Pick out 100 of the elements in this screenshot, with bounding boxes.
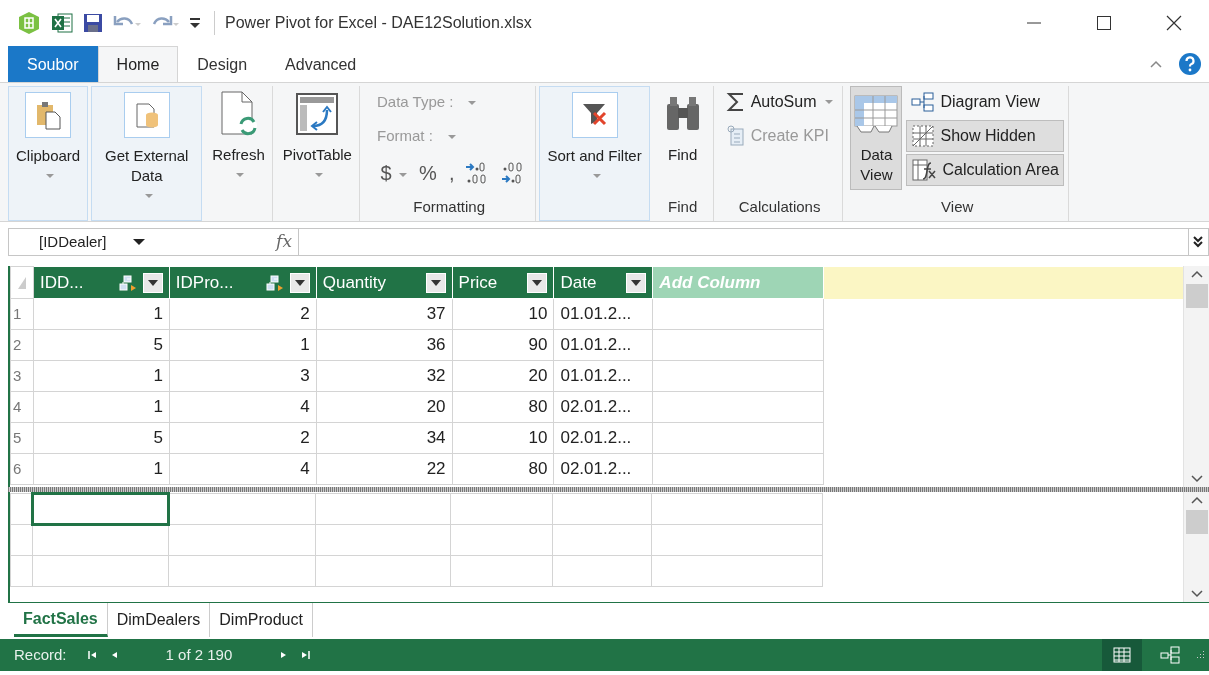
kpi-icon xyxy=(725,124,746,148)
table-icon xyxy=(853,94,900,134)
column-header[interactable]: Date xyxy=(553,266,653,299)
table-cell: 20 xyxy=(316,391,453,423)
save-icon[interactable] xyxy=(82,11,104,34)
group-label: View xyxy=(940,197,975,217)
app-logo-icon xyxy=(16,9,42,36)
calc-cell[interactable] xyxy=(32,493,169,525)
sigma-icon xyxy=(725,91,746,113)
ribbon-button[interactable]: Find xyxy=(656,86,709,170)
filter-button[interactable] xyxy=(289,272,310,293)
ribbon-button[interactable]: Diagram View xyxy=(906,86,1064,118)
table-cell: 02.01.2... xyxy=(553,422,653,454)
window-title: Power Pivot for Excel - DAE12Solution.xlsx xyxy=(214,10,532,35)
table-cell: 1 xyxy=(169,329,317,361)
ribbon-tab[interactable]: Design xyxy=(178,46,267,82)
filter-button[interactable] xyxy=(425,272,446,293)
maximize-icon[interactable] xyxy=(1096,14,1112,31)
table-cell: 3 xyxy=(169,360,317,392)
record-position: 1 of 2 190 xyxy=(165,644,233,665)
group-label: Formatting xyxy=(412,197,487,217)
pivot-table-icon xyxy=(295,92,340,136)
spreadsheet-icon[interactable] xyxy=(50,10,74,35)
record-label: Record: xyxy=(14,644,67,665)
table-cell: 10 xyxy=(452,422,554,454)
table-cell: 1 xyxy=(33,360,170,392)
format-dropdown: Format : xyxy=(376,124,456,148)
relationship-icon xyxy=(118,274,137,291)
table-cell: 4 xyxy=(169,391,317,423)
scrollbar-thumb[interactable] xyxy=(1185,510,1208,534)
table-cell: 01.01.2... xyxy=(553,298,653,330)
diagram-icon xyxy=(911,91,936,113)
ribbon-tab[interactable]: Soubor xyxy=(8,46,98,82)
table-cell: 5 xyxy=(33,329,170,361)
table-cell: 90 xyxy=(452,329,554,361)
table-cell: 80 xyxy=(452,391,554,423)
help-icon[interactable] xyxy=(1177,52,1202,76)
table-cell: 34 xyxy=(316,422,453,454)
sheet-tab[interactable]: DimDealers xyxy=(107,603,211,637)
ribbon-button[interactable]: Calculation Area xyxy=(906,154,1064,186)
group-label: Find xyxy=(667,197,699,217)
format-dropdown: Data Type : xyxy=(376,90,477,114)
table-cell: 37 xyxy=(316,298,453,330)
scrollbar-thumb[interactable] xyxy=(1185,284,1208,308)
close-icon[interactable] xyxy=(1166,14,1182,31)
filter-button[interactable] xyxy=(142,272,163,293)
pane-splitter[interactable] xyxy=(8,487,1209,492)
column-header[interactable]: IDPro... xyxy=(169,266,317,299)
column-header[interactable]: Quantity xyxy=(316,266,453,299)
table-cell: 02.01.2... xyxy=(553,391,653,423)
collapse-ribbon-icon[interactable] xyxy=(1148,59,1163,69)
row-number: 2 xyxy=(10,329,34,361)
formula-area-icon xyxy=(911,158,938,182)
table-cell: 01.01.2... xyxy=(553,360,653,392)
row-number: 1 xyxy=(10,298,34,330)
scroll-up-icon[interactable] xyxy=(1190,496,1203,504)
table-cell: 2 xyxy=(169,298,317,330)
table-cell: 80 xyxy=(452,453,554,485)
table-cell: 1 xyxy=(33,391,170,423)
table-cell: 22 xyxy=(316,453,453,485)
column-header[interactable]: IDD... xyxy=(33,266,170,299)
format-button[interactable]: $ xyxy=(374,158,414,188)
row-number: 3 xyxy=(10,360,34,392)
ribbon-button[interactable]: Data View xyxy=(850,86,903,190)
row-number: 5 xyxy=(10,422,34,454)
filter-button[interactable] xyxy=(527,272,548,293)
data-view-icon[interactable] xyxy=(1113,647,1131,663)
sheet-tab[interactable]: DimProduct xyxy=(210,603,313,637)
column-header[interactable]: Price xyxy=(452,266,554,299)
table-cell: 36 xyxy=(316,329,453,361)
format-button[interactable]: , xyxy=(442,158,461,188)
table-cell: 2 xyxy=(169,422,317,454)
group-label: Calculations xyxy=(737,197,822,217)
scroll-up-icon[interactable] xyxy=(1190,270,1203,278)
table-cell: 4 xyxy=(169,453,317,485)
ribbon-button[interactable]: AutoSum xyxy=(720,86,839,118)
hidden-grid-icon xyxy=(911,124,936,148)
filter-button[interactable] xyxy=(626,272,647,293)
table-cell: 10 xyxy=(452,298,554,330)
first-record-icon[interactable] xyxy=(87,650,98,660)
scroll-down-icon[interactable] xyxy=(1190,475,1203,483)
table-cell: 1 xyxy=(33,298,170,330)
diagram-view-icon[interactable] xyxy=(1159,646,1180,664)
format-button[interactable]: % xyxy=(413,158,443,188)
ribbon-button[interactable]: Show Hidden xyxy=(906,120,1064,152)
ribbon-button: Create KPI xyxy=(720,120,839,152)
row-number: 4 xyxy=(10,391,34,423)
relationship-icon xyxy=(265,274,284,291)
table-cell: 01.01.2... xyxy=(553,329,653,361)
last-record-icon[interactable] xyxy=(300,650,311,660)
row-number: 6 xyxy=(10,453,34,485)
ribbon-tab[interactable]: Advanced xyxy=(266,46,376,82)
scroll-down-icon[interactable] xyxy=(1190,590,1203,598)
ribbon-button[interactable]: Refresh xyxy=(209,86,268,182)
table-cell: 1 xyxy=(33,453,170,485)
ribbon-tab[interactable]: Home xyxy=(97,46,179,82)
ribbon-button[interactable]: PivotTable xyxy=(279,86,355,182)
table-cell: 02.01.2... xyxy=(553,453,653,485)
table-cell: 5 xyxy=(33,422,170,454)
table-cell: 20 xyxy=(452,360,554,392)
